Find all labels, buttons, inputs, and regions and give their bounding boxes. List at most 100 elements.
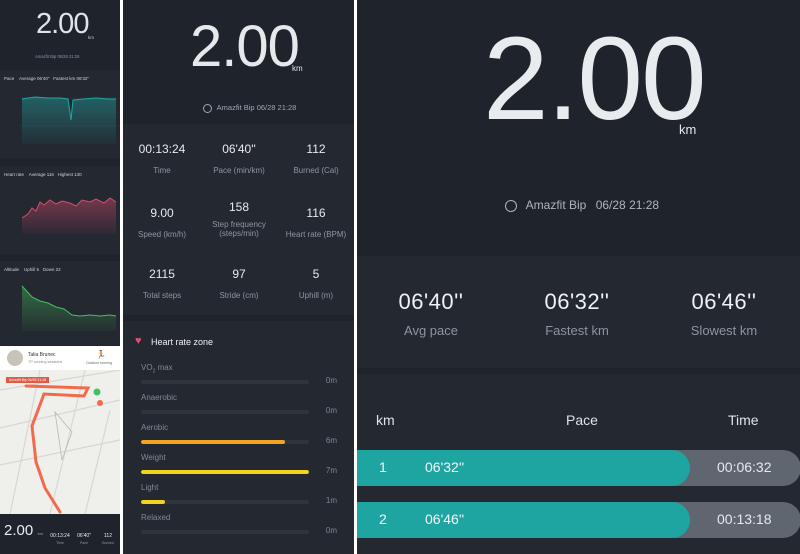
- split-row-1: 1 06'32'' 00:06:32: [357, 450, 800, 486]
- middle-panel: 2.00 km Amazfit Bip 06/28 21:28 00:13:24…: [123, 0, 354, 554]
- zone-time-aerobic: 6m: [325, 436, 337, 445]
- split-time-1: 00:06:32: [717, 459, 772, 475]
- stat-speed: 9.00 Speed (km/h): [124, 206, 200, 239]
- heart-rate-zone-title: Heart rate zone: [151, 337, 214, 347]
- right-distance-unit: km: [679, 122, 697, 137]
- zone-name-weight: Weight: [141, 453, 166, 462]
- fastest-km-label: Fastest km: [545, 323, 609, 338]
- mini-pace-label: Pace: [79, 541, 89, 545]
- middle-datetime: 06/28 21:28: [256, 103, 297, 112]
- zone-fill-aerobic: [141, 440, 286, 444]
- fastest-km-value: 06'32'': [544, 289, 610, 314]
- stat-time-value: 00:13:24: [138, 142, 186, 156]
- zone-row-anaerobic: Anaerobic 0m: [141, 393, 337, 417]
- avatar[interactable]: [7, 350, 23, 366]
- right-device: Amazfit Bip: [525, 198, 587, 212]
- zone-row-aerobic: Aerobic 6m: [141, 423, 337, 447]
- stat-heart-rate-value: 116: [306, 206, 326, 220]
- zone-name-aerobic: Aerobic: [141, 423, 169, 432]
- zone-name-anaerobic: Anaerobic: [141, 393, 178, 402]
- mini-stats-bar: 2.00 km 00:13:24 Time 06'40" Pace 112 Bu…: [0, 515, 120, 554]
- avg-pace-value: 06'40'': [398, 289, 464, 314]
- right-datetime: 06/28 21:28: [595, 198, 660, 212]
- slowest-km-stat: 06'46'' Slowest km: [654, 289, 794, 338]
- pace-summary-card: 06'40'' Avg pace 06'32'' Fastest km 06'4…: [357, 256, 800, 368]
- zone-time-vo2: 0m: [325, 376, 337, 385]
- stat-stride-label: Stride (cm): [219, 291, 259, 300]
- stat-total-steps-value: 2115: [149, 267, 175, 281]
- split-row-2: 2 06'46'' 00:13:18: [357, 502, 800, 538]
- map-badge: Amazfit Bip 06/28 21:28: [6, 377, 50, 383]
- zone-fill-weight: [141, 470, 309, 474]
- stat-time: 00:13:24 Time: [124, 142, 200, 175]
- right-panel: 2.00 km Amazfit Bip 06/28 21:28 06'40'' …: [357, 0, 800, 554]
- mini-burned-label: Burned: [102, 541, 114, 545]
- zone-row-relaxed: Relaxed 0m: [141, 513, 337, 537]
- split-bar-2: [357, 502, 690, 538]
- pace-chart: [20, 96, 118, 144]
- zone-time-relaxed: 0m: [325, 526, 337, 535]
- stat-speed-label: Speed (km/h): [137, 230, 187, 239]
- heart-icon: ♥: [135, 335, 142, 347]
- slowest-km-label: Slowest km: [690, 323, 758, 338]
- left-panel: 2.00 km Amazfit Bip 06/28 21:28 Pace Ave…: [0, 0, 120, 554]
- split-pace-2: 06'46'': [425, 511, 465, 527]
- mini-distance-unit: km: [37, 531, 43, 536]
- pace-chart-card: Pace Average 06'40" Fastest km 06'32": [0, 70, 120, 158]
- zone-track-weight: [141, 470, 309, 474]
- heart-area: [22, 198, 116, 234]
- middle-distance-unit: km: [292, 64, 303, 73]
- zone-time-weight: 7m: [325, 466, 337, 475]
- stat-time-label: Time: [153, 166, 171, 175]
- avg-pace-label: Avg pace: [404, 323, 458, 338]
- split-km-1: 1: [379, 459, 387, 475]
- left-distance-unit: km: [88, 35, 94, 40]
- mini-time: 00:13:24 Time: [46, 533, 74, 545]
- watch-icon: [505, 199, 517, 212]
- mini-pace-value: 06'40": [77, 533, 91, 539]
- split-km-2: 2: [379, 511, 387, 527]
- split-header-pace: Pace: [566, 412, 598, 428]
- run-mode: Outdoor running: [86, 361, 112, 365]
- zone-name-relaxed: Relaxed: [141, 513, 171, 522]
- stat-uphill: 5 Uphill (m): [278, 267, 354, 300]
- mini-burned: 112 Burned: [97, 533, 119, 545]
- runner-icon: 🏃: [96, 350, 106, 359]
- middle-header: 2.00 km Amazfit Bip 06/28 21:28: [123, 0, 354, 120]
- altitude-chart-card: Altitude Uphill 5 Down 22: [0, 261, 120, 345]
- mini-burned-value: 112: [104, 533, 112, 539]
- mini-pace: 06'40" Pace: [74, 533, 94, 545]
- split-pace-1: 06'32'': [425, 459, 465, 475]
- heart-rate-zone-card: ♥ Heart rate zone VO2 max 0m Anaerobic 0…: [123, 321, 354, 554]
- zone-track-light: [141, 500, 309, 504]
- heart-chart: [21, 197, 117, 234]
- user-header: Talia Brunec TP running sessions Outdoor…: [0, 346, 120, 370]
- stats-card: 00:13:24 Time 06'40'' Pace (min/km) 112 …: [123, 124, 354, 315]
- stat-uphill-value: 5: [312, 267, 320, 281]
- altitude-chart: [21, 285, 117, 331]
- stat-burned: 112 Burned (Cal): [278, 142, 354, 175]
- stat-burned-value: 112: [306, 142, 326, 156]
- mini-time-value: 00:13:24: [50, 533, 70, 539]
- zone-row-vo2: VO2 max 0m: [141, 363, 337, 387]
- map-card[interactable]: Talia Brunec TP running sessions Outdoor…: [0, 346, 120, 514]
- split-header-km: km: [376, 412, 395, 428]
- stat-total-steps-label: Total steps: [142, 291, 182, 300]
- right-device-row: Amazfit Bip 06/28 21:28: [505, 198, 659, 212]
- right-header: 2.00 km Amazfit Bip 06/28 21:28: [357, 0, 800, 250]
- split-header-time: Time: [728, 412, 759, 428]
- zone-track-anaerobic: [141, 410, 309, 414]
- splits-card: km Pace Time 1 06'32'' 00:06:32 2 06'46'…: [357, 374, 800, 554]
- stat-heart-rate: 116 Heart rate (BPM): [278, 206, 354, 239]
- stat-step-frequency-value: 158: [228, 200, 250, 214]
- zone-track-relaxed: [141, 530, 309, 534]
- zone-fill-light: [141, 500, 165, 504]
- stat-step-frequency-label: Step frequency (steps/min): [212, 220, 266, 239]
- middle-device: Amazfit Bip: [216, 103, 255, 112]
- middle-device-row: Amazfit Bip 06/28 21:28: [203, 103, 296, 113]
- mini-distance-value: 2.00: [4, 522, 34, 539]
- right-distance-value: 2.00: [483, 13, 707, 145]
- avg-pace-stat: 06'40'' Avg pace: [361, 289, 501, 338]
- watch-icon: [203, 103, 212, 113]
- zone-name-vo2: VO2 max: [141, 363, 173, 375]
